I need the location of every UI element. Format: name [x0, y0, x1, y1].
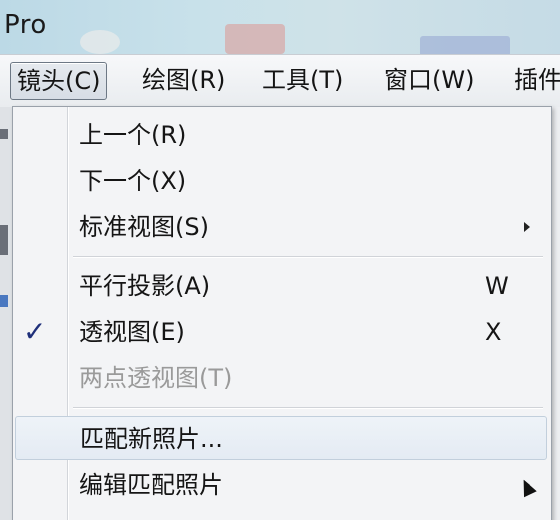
menu-separator [73, 407, 543, 409]
menu-item-two-point-perspective: 两点透视图(T) [15, 356, 547, 400]
menu-plugins[interactable]: 插件 [508, 62, 560, 98]
menu-separator [73, 256, 543, 258]
menu-draw[interactable]: 绘图(R) [136, 62, 231, 98]
menu-item-previous[interactable]: 上一个(R) [15, 113, 547, 157]
menu-item-shortcut: X [485, 318, 502, 346]
menu-item-edit-matched-photo[interactable]: 编辑匹配照片 [15, 463, 547, 507]
menu-item-label: 上一个(R) [79, 121, 187, 149]
title-bar: Pro [0, 0, 560, 54]
menu-item-match-new-photo[interactable]: 匹配新照片... [15, 416, 547, 460]
menu-item-perspective[interactable]: ✓ 透视图(E) X [15, 310, 547, 354]
menu-item-next[interactable]: 下一个(X) [15, 159, 547, 203]
menu-item-label: 编辑匹配照片 [79, 471, 223, 499]
app-title: Pro [4, 10, 47, 40]
toolbar-mark [0, 129, 8, 139]
background-graphic [225, 24, 285, 54]
menu-camera[interactable]: 镜头(C) [10, 62, 108, 100]
menu-item-label: 透视图(E) [79, 318, 185, 346]
menu-item-standard-views[interactable]: 标准视图(S) [15, 205, 547, 249]
background-graphic [80, 30, 120, 54]
menu-tools[interactable]: 工具(T) [256, 62, 349, 98]
background-graphic [420, 36, 510, 54]
menu-item-parallel-projection[interactable]: 平行投影(A) W [15, 264, 547, 308]
menu-window[interactable]: 窗口(W) [378, 62, 480, 98]
menu-item-label: 两点透视图(T) [79, 364, 233, 392]
menu-bar: 镜头(C) 绘图(R) 工具(T) 窗口(W) 插件 [0, 54, 560, 108]
menu-item-label: 下一个(X) [79, 167, 187, 195]
menu-item-label: 匹配新照片... [80, 425, 223, 453]
menu-item-label: 标准视图(S) [79, 213, 209, 241]
submenu-arrow-icon [524, 222, 530, 232]
app-window: Pro 镜头(C) 绘图(R) 工具(T) 窗口(W) 插件 上一个(R) 下一… [0, 0, 560, 520]
toolbar-mark [0, 225, 8, 255]
toolbar-strip [0, 107, 12, 520]
toolbar-mark [0, 295, 8, 307]
menu-item-label: 平行投影(A) [79, 272, 211, 300]
checkmark-icon: ✓ [23, 315, 47, 348]
camera-dropdown-menu: 上一个(R) 下一个(X) 标准视图(S) 平行投影(A) W ✓ 透视图(E)… [12, 106, 552, 520]
menu-item-shortcut: W [485, 272, 509, 300]
